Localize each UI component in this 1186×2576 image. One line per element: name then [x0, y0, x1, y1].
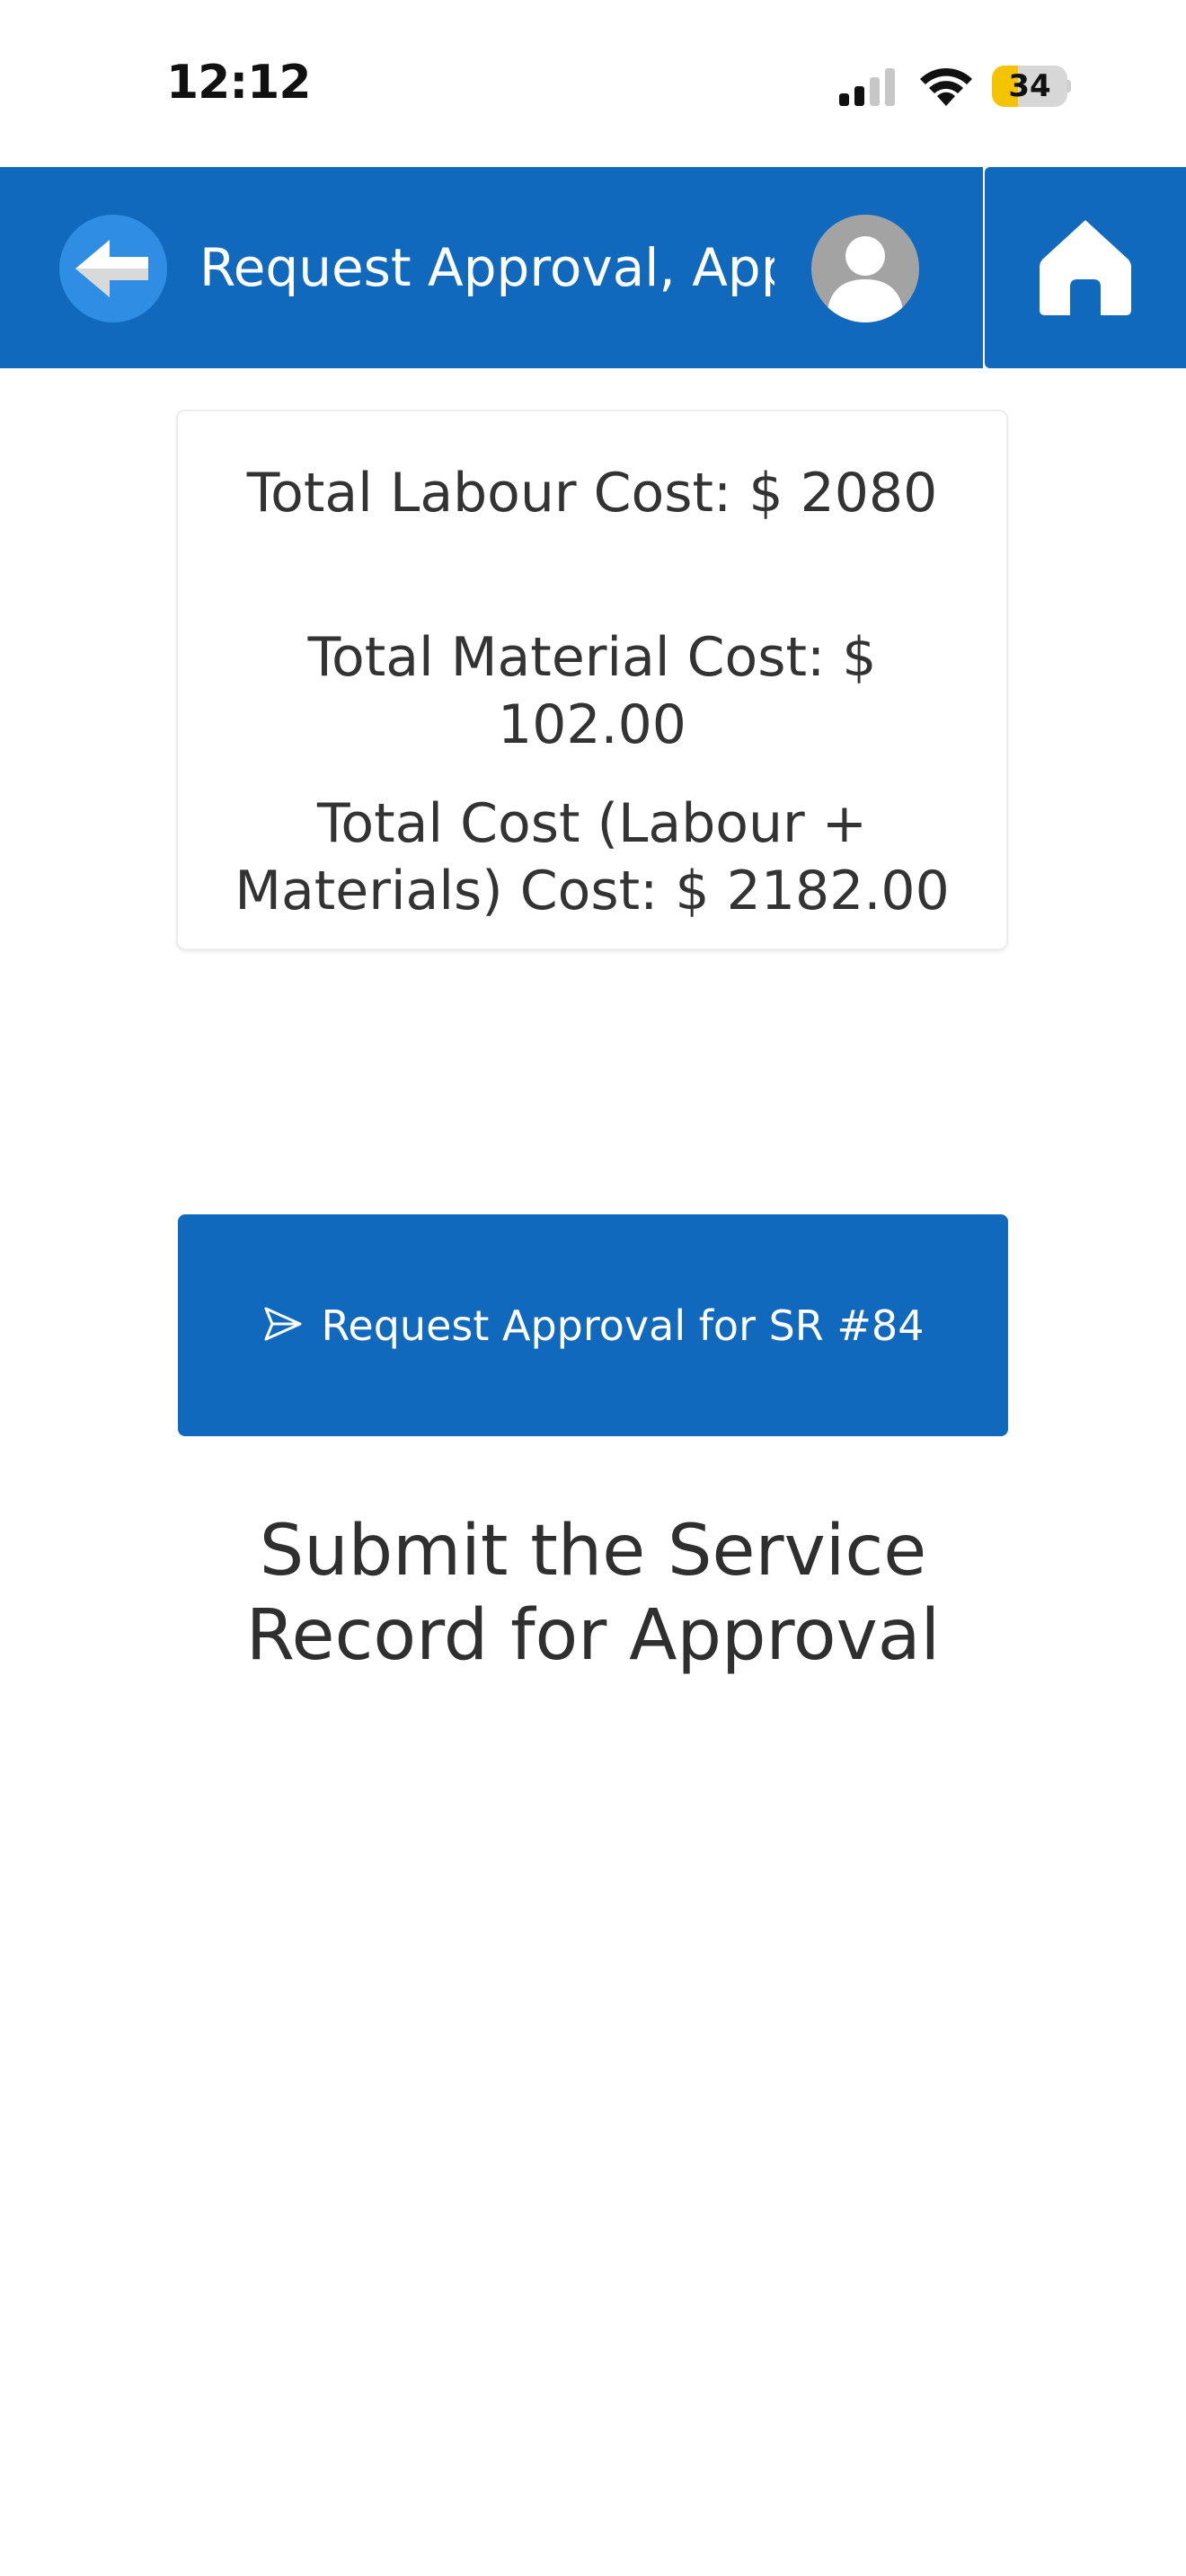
signal-icon — [839, 68, 895, 106]
avatar[interactable] — [811, 215, 919, 322]
wifi-icon — [920, 67, 972, 106]
total-material-cost: Total Material Cost: $ 102.00 — [307, 626, 877, 756]
request-approval-button[interactable]: Request Approval for SR #84 — [178, 1214, 1008, 1436]
battery-level: 34 — [1008, 68, 1051, 104]
submit-heading: Submit the Service Record for Approval — [245, 1511, 941, 1676]
app-header: Request Approval, Approve — [0, 167, 983, 368]
home-icon — [1040, 220, 1131, 315]
total-labour-cost: Total Labour Cost: $ 2080 — [246, 462, 938, 525]
status-bar: 12:12 34 — [0, 0, 1186, 167]
send-icon — [264, 1307, 302, 1340]
battery-icon: 34 — [992, 66, 1071, 107]
user-avatar-icon — [828, 236, 903, 322]
back-button[interactable] — [59, 215, 167, 322]
arrow-left-icon — [75, 240, 148, 297]
request-approval-label: Request Approval for SR #84 — [321, 1301, 925, 1350]
home-button[interactable] — [985, 167, 1186, 368]
page-title: Request Approval, Approve — [199, 237, 774, 298]
status-time: 12:12 — [166, 56, 312, 110]
total-cost: Total Cost (Labour + Materials) Cost: $ … — [235, 792, 950, 922]
